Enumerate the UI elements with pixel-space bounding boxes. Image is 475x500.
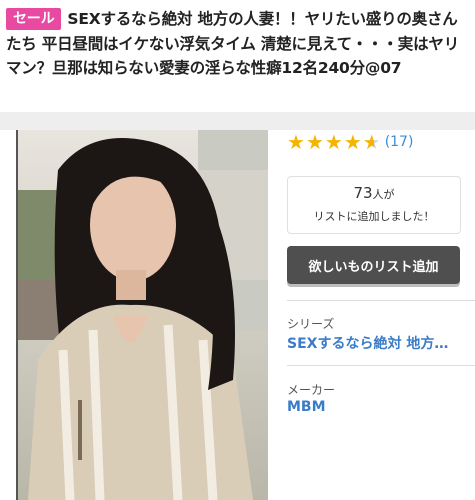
sale-badge: セール — [6, 8, 62, 30]
star-icon: ★ — [324, 130, 343, 154]
series-label: シリーズ — [287, 317, 335, 331]
section-divider-band — [0, 112, 475, 130]
maker-link[interactable]: MBM — [287, 399, 467, 415]
wishlist-count-number: 73 — [353, 184, 373, 202]
review-count-link[interactable]: (17) — [385, 134, 414, 150]
half-star-icon: ★ — [362, 130, 381, 154]
product-photo — [18, 130, 268, 500]
rating[interactable]: ★ ★ ★ ★ ★ (17) — [287, 131, 413, 153]
wishlist-count-unit: 人が — [372, 188, 395, 201]
product-image[interactable] — [16, 130, 268, 500]
star-icon: ★ — [305, 130, 324, 154]
divider — [287, 365, 475, 366]
maker-label: メーカー — [287, 383, 336, 397]
product-header: セール SEXするなら絶対 地方の人妻！！ヤリたい盛りの奥さんたち 平日昼間はイケ… — [0, 0, 475, 112]
product-title: セール SEXするなら絶対 地方の人妻！！ヤリたい盛りの奥さんたち 平日昼間はイケ… — [6, 7, 468, 81]
wishlist-count-box: 73人が リストに追加しました！ — [287, 176, 461, 234]
product-title-text: SEXするなら絶対 地方の人妻！！ヤリたい盛りの奥さんたち 平日昼間はイケない浮… — [6, 10, 460, 77]
divider — [287, 300, 475, 301]
series-link[interactable]: SEXするなら絶対 地方… — [287, 333, 467, 353]
star-icon: ★ — [343, 130, 362, 154]
wishlist-message: リストに追加しました！ — [313, 210, 435, 223]
star-icon: ★ — [287, 130, 305, 154]
add-to-wishlist-button[interactable]: 欲しいものリスト追加 — [287, 246, 460, 284]
wishlist-count: 73人が — [288, 184, 460, 202]
